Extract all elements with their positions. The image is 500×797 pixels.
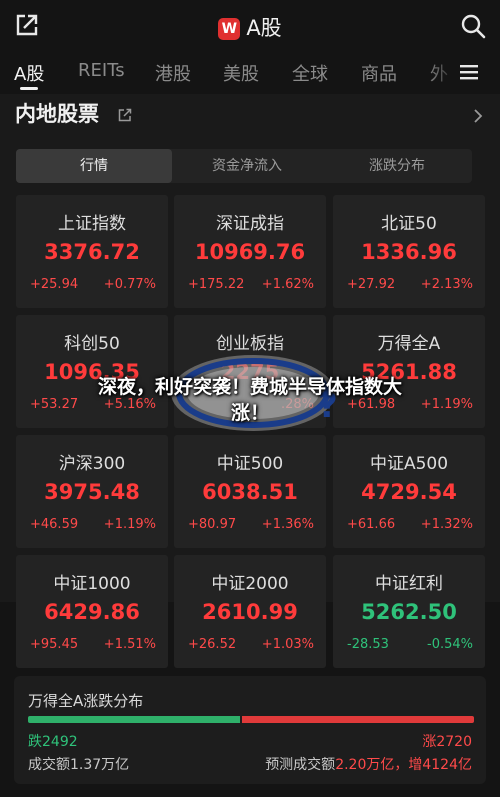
index-name: 中证1000 <box>53 574 131 594</box>
index-change: +25.94 <box>30 277 79 292</box>
index-price: 10969.76 <box>194 240 306 264</box>
index-name: 万得全A <box>377 334 441 354</box>
index-card[interactable]: 中证红利 5262.50 -28.53 -0.54% <box>333 555 485 668</box>
index-price: 3376.72 <box>44 240 140 264</box>
forecast-label: 预测成交额 <box>265 757 336 773</box>
market-tabs: A股 REITs 港股 美股 全球 商品 外 <box>0 56 500 90</box>
forecast-turnover: 预测成交额2.20万亿，增4124亿 <box>265 754 472 774</box>
app-logo: W <box>218 18 241 40</box>
tab-us-stocks[interactable]: 美股 <box>223 60 259 86</box>
index-change-pct: +1.62% <box>261 277 314 292</box>
index-change-pct: +1.51% <box>103 637 156 652</box>
forecast-value: 2.20万亿，增4124亿 <box>335 757 472 773</box>
index-name: 北证50 <box>381 214 437 234</box>
index-name: 上证指数 <box>58 214 126 234</box>
decline-bar <box>28 716 240 723</box>
index-price: 5262.50 <box>361 600 457 624</box>
index-name: 中证2000 <box>211 574 289 594</box>
tabs-fade <box>426 56 460 90</box>
distribution-title: 万得全A涨跌分布 <box>28 692 144 710</box>
index-name: 科创50 <box>64 334 120 354</box>
overlay-headline-line1: 深夜，利好突袭！费城半导体指数大 <box>97 376 402 398</box>
index-change-pct: -0.54% <box>427 637 473 652</box>
index-change: +26.52 <box>188 637 237 652</box>
index-price: 4729.54 <box>361 480 457 504</box>
advance-count: 涨2720 <box>422 734 472 750</box>
index-card[interactable]: 上证指数 3376.72 +25.94 +0.77% <box>16 195 168 308</box>
active-tab-indicator <box>20 87 38 90</box>
index-name: 中证红利 <box>375 574 443 594</box>
overlay-headline-line2: 涨！ <box>230 402 269 424</box>
segment-net-inflow[interactable]: 资金净流入 <box>172 149 322 183</box>
section-title[interactable]: 内地股票 <box>15 98 99 128</box>
index-card[interactable]: 北证50 1336.96 +27.92 +2.13% <box>333 195 485 308</box>
segmented-control: 行情 资金净流入 涨跌分布 <box>16 149 472 183</box>
app-title-text: A股 <box>246 16 282 40</box>
top-bar: W A股 <box>0 0 500 52</box>
tab-hk-stocks[interactable]: 港股 <box>155 60 191 86</box>
tab-a-shares[interactable]: A股 <box>14 60 44 86</box>
advance-bar <box>242 716 474 723</box>
index-change-pct: +0.77% <box>103 277 156 292</box>
index-card[interactable]: 中证500 6038.51 +80.97 +1.36% <box>174 435 326 548</box>
index-change-pct: +1.32% <box>420 517 473 532</box>
search-icon[interactable] <box>460 13 486 39</box>
index-price: 6038.51 <box>202 480 298 504</box>
index-change-pct: +1.36% <box>261 517 314 532</box>
tab-global[interactable]: 全球 <box>292 60 328 86</box>
index-change: -28.53 <box>347 637 389 652</box>
index-card[interactable]: 深证成指 10969.76 +175.22 +1.62% <box>174 195 326 308</box>
index-price: 2610.99 <box>202 600 298 624</box>
index-change: +175.22 <box>188 277 245 292</box>
index-change: +61.66 <box>347 517 396 532</box>
index-card[interactable]: 中证1000 6429.86 +95.45 +1.51% <box>16 555 168 668</box>
index-change-pct: +2.13% <box>420 277 473 292</box>
index-change-pct: +1.19% <box>103 517 156 532</box>
segment-quotes[interactable]: 行情 <box>16 149 172 183</box>
index-change: +80.97 <box>188 517 237 532</box>
index-change: +27.92 <box>347 277 396 292</box>
tab-commodities[interactable]: 商品 <box>361 60 397 86</box>
tab-reits[interactable]: REITs <box>78 60 125 81</box>
index-name: 深证成指 <box>216 214 284 234</box>
index-name: 中证A500 <box>369 454 449 474</box>
decline-count: 跌2492 <box>28 734 78 750</box>
app-title: W A股 <box>0 12 500 42</box>
index-change-pct: +1.03% <box>261 637 314 652</box>
index-price: 1336.96 <box>361 240 457 264</box>
segment-advance-decline[interactable]: 涨跌分布 <box>322 149 472 183</box>
index-name: 沪深300 <box>58 454 126 474</box>
index-price: 6429.86 <box>44 600 140 624</box>
index-change: +95.45 <box>30 637 79 652</box>
menu-icon[interactable] <box>460 64 480 80</box>
index-card[interactable]: 中证A500 4729.54 +61.66 +1.32% <box>333 435 485 548</box>
turnover-value: 成交额1.37万亿 <box>28 757 130 773</box>
index-name: 中证500 <box>216 454 284 474</box>
chevron-right-icon[interactable] <box>472 108 484 124</box>
index-card[interactable]: 中证2000 2610.99 +26.52 +1.03% <box>174 555 326 668</box>
index-price: 3975.48 <box>44 480 140 504</box>
external-link-icon[interactable] <box>118 108 132 122</box>
index-card[interactable]: 沪深300 3975.48 +46.59 +1.19% <box>16 435 168 548</box>
index-change: +46.59 <box>30 517 79 532</box>
